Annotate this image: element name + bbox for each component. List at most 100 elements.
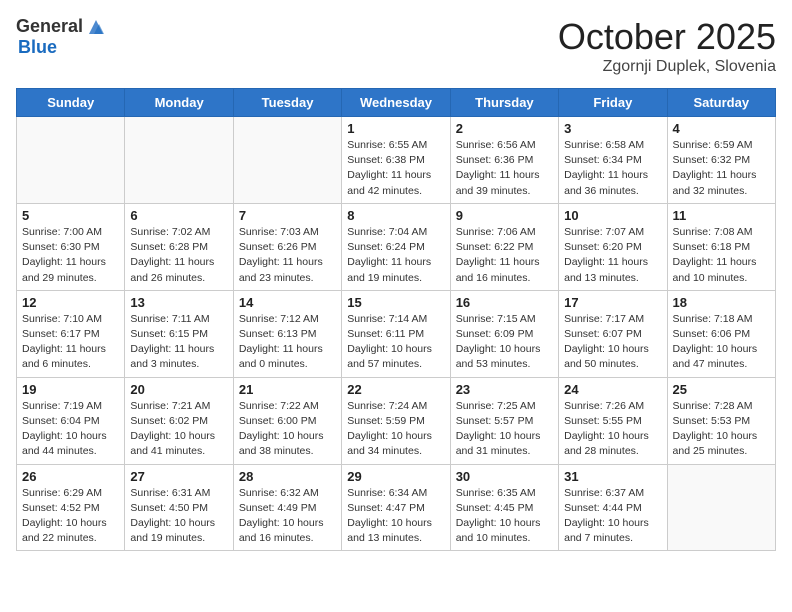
calendar-table: SundayMondayTuesdayWednesdayThursdayFrid…: [16, 88, 776, 551]
day-info: Sunrise: 7:00 AM Sunset: 6:30 PM Dayligh…: [22, 225, 119, 286]
day-info: Sunrise: 7:14 AM Sunset: 6:11 PM Dayligh…: [347, 312, 444, 373]
month-title: October 2025: [558, 16, 776, 58]
day-info: Sunrise: 7:12 AM Sunset: 6:13 PM Dayligh…: [239, 312, 336, 373]
calendar-week-row: 1 Sunrise: 6:55 AM Sunset: 6:38 PM Daylig…: [17, 117, 776, 204]
day-info: Sunrise: 6:55 AM Sunset: 6:38 PM Dayligh…: [347, 138, 444, 199]
day-info: Sunrise: 7:06 AM Sunset: 6:22 PM Dayligh…: [456, 225, 553, 286]
logo-blue: Blue: [18, 38, 57, 58]
day-number: 17: [564, 295, 661, 310]
day-number: 26: [22, 469, 119, 484]
day-info: Sunrise: 7:26 AM Sunset: 5:55 PM Dayligh…: [564, 399, 661, 460]
day-info: Sunrise: 7:28 AM Sunset: 5:53 PM Dayligh…: [673, 399, 770, 460]
location-title: Zgornji Duplek, Slovenia: [558, 58, 776, 76]
day-info: Sunrise: 6:32 AM Sunset: 4:49 PM Dayligh…: [239, 486, 336, 547]
calendar-day-cell: 5 Sunrise: 7:00 AM Sunset: 6:30 PM Daylig…: [17, 203, 125, 290]
calendar-day-cell: 8Sunrise: 7:04 AM Sunset: 6:24 PM Daylig…: [342, 203, 450, 290]
day-number: 5: [22, 208, 119, 223]
calendar-day-cell: 12Sunrise: 7:10 AM Sunset: 6:17 PM Dayli…: [17, 290, 125, 377]
calendar-day-cell: [17, 117, 125, 204]
calendar-day-cell: 6Sunrise: 7:02 AM Sunset: 6:28 PM Daylig…: [125, 203, 233, 290]
title-block: October 2025 Zgornji Duplek, Slovenia: [558, 16, 776, 76]
calendar-day-cell: [233, 117, 341, 204]
weekday-header-monday: Monday: [125, 89, 233, 117]
day-info: Sunrise: 7:10 AM Sunset: 6:17 PM Dayligh…: [22, 312, 119, 373]
day-info: Sunrise: 7:25 AM Sunset: 5:57 PM Dayligh…: [456, 399, 553, 460]
calendar-day-cell: 15 Sunrise: 7:14 AM Sunset: 6:11 PM Dayli…: [342, 290, 450, 377]
day-number: 28: [239, 469, 336, 484]
day-info: Sunrise: 7:11 AM Sunset: 6:15 PM Dayligh…: [130, 312, 227, 373]
weekday-header-tuesday: Tuesday: [233, 89, 341, 117]
day-info: Sunrise: 7:08 AM Sunset: 6:18 PM Dayligh…: [673, 225, 770, 286]
day-info: Sunrise: 6:37 AM Sunset: 4:44 PM Dayligh…: [564, 486, 661, 547]
day-number: 19: [22, 382, 119, 397]
day-number: 31: [564, 469, 661, 484]
day-number: 30: [456, 469, 553, 484]
calendar-day-cell: 22 Sunrise: 7:24 AM Sunset: 5:59 PM Dayli…: [342, 377, 450, 464]
calendar-day-cell: [667, 464, 775, 551]
day-info: Sunrise: 6:58 AM Sunset: 6:34 PM Dayligh…: [564, 138, 661, 199]
calendar-day-cell: 20 Sunrise: 7:21 AM Sunset: 6:02 PM Dayli…: [125, 377, 233, 464]
calendar-day-cell: 19 Sunrise: 7:19 AM Sunset: 6:04 PM Dayli…: [17, 377, 125, 464]
calendar-day-cell: 4 Sunrise: 6:59 AM Sunset: 6:32 PM Daylig…: [667, 117, 775, 204]
weekday-header-saturday: Saturday: [667, 89, 775, 117]
calendar-day-cell: 23 Sunrise: 7:25 AM Sunset: 5:57 PM Dayli…: [450, 377, 558, 464]
day-info: Sunrise: 6:59 AM Sunset: 6:32 PM Dayligh…: [673, 138, 770, 199]
calendar-day-cell: 14 Sunrise: 7:12 AM Sunset: 6:13 PM Dayli…: [233, 290, 341, 377]
calendar-day-cell: [125, 117, 233, 204]
day-info: Sunrise: 7:24 AM Sunset: 5:59 PM Dayligh…: [347, 399, 444, 460]
day-info: Sunrise: 7:18 AM Sunset: 6:06 PM Dayligh…: [673, 312, 770, 373]
calendar-day-cell: 29Sunrise: 6:34 AM Sunset: 4:47 PM Dayli…: [342, 464, 450, 551]
day-number: 21: [239, 382, 336, 397]
day-info: Sunrise: 7:07 AM Sunset: 6:20 PM Dayligh…: [564, 225, 661, 286]
day-info: Sunrise: 7:22 AM Sunset: 6:00 PM Dayligh…: [239, 399, 336, 460]
day-number: 22: [347, 382, 444, 397]
day-number: 20: [130, 382, 227, 397]
calendar-day-cell: 17 Sunrise: 7:17 AM Sunset: 6:07 PM Dayli…: [559, 290, 667, 377]
weekday-header-friday: Friday: [559, 89, 667, 117]
calendar-day-cell: 1 Sunrise: 6:55 AM Sunset: 6:38 PM Daylig…: [342, 117, 450, 204]
day-number: 1: [347, 121, 444, 136]
day-info: Sunrise: 7:17 AM Sunset: 6:07 PM Dayligh…: [564, 312, 661, 373]
day-info: Sunrise: 7:21 AM Sunset: 6:02 PM Dayligh…: [130, 399, 227, 460]
weekday-header-wednesday: Wednesday: [342, 89, 450, 117]
day-info: Sunrise: 7:19 AM Sunset: 6:04 PM Dayligh…: [22, 399, 119, 460]
calendar-day-cell: 3 Sunrise: 6:58 AM Sunset: 6:34 PM Daylig…: [559, 117, 667, 204]
calendar-day-cell: 9 Sunrise: 7:06 AM Sunset: 6:22 PM Daylig…: [450, 203, 558, 290]
calendar-day-cell: 10Sunrise: 7:07 AM Sunset: 6:20 PM Dayli…: [559, 203, 667, 290]
day-info: Sunrise: 7:03 AM Sunset: 6:26 PM Dayligh…: [239, 225, 336, 286]
calendar-day-cell: 24 Sunrise: 7:26 AM Sunset: 5:55 PM Dayli…: [559, 377, 667, 464]
page-header: General Blue October 2025 Zgornji Duplek…: [16, 16, 776, 76]
day-info: Sunrise: 7:02 AM Sunset: 6:28 PM Dayligh…: [130, 225, 227, 286]
day-info: Sunrise: 6:29 AM Sunset: 4:52 PM Dayligh…: [22, 486, 119, 547]
calendar-day-cell: 7Sunrise: 7:03 AM Sunset: 6:26 PM Daylig…: [233, 203, 341, 290]
calendar-day-cell: 11 Sunrise: 7:08 AM Sunset: 6:18 PM Dayli…: [667, 203, 775, 290]
calendar-day-cell: 31 Sunrise: 6:37 AM Sunset: 4:44 PM Dayli…: [559, 464, 667, 551]
day-number: 14: [239, 295, 336, 310]
weekday-header-row: SundayMondayTuesdayWednesdayThursdayFrid…: [17, 89, 776, 117]
weekday-header-thursday: Thursday: [450, 89, 558, 117]
day-info: Sunrise: 6:35 AM Sunset: 4:45 PM Dayligh…: [456, 486, 553, 547]
calendar-day-cell: 26 Sunrise: 6:29 AM Sunset: 4:52 PM Dayli…: [17, 464, 125, 551]
calendar-week-row: 26 Sunrise: 6:29 AM Sunset: 4:52 PM Dayli…: [17, 464, 776, 551]
calendar-day-cell: 16Sunrise: 7:15 AM Sunset: 6:09 PM Dayli…: [450, 290, 558, 377]
day-number: 9: [456, 208, 553, 223]
day-info: Sunrise: 6:34 AM Sunset: 4:47 PM Dayligh…: [347, 486, 444, 547]
day-number: 15: [347, 295, 444, 310]
calendar-day-cell: 28 Sunrise: 6:32 AM Sunset: 4:49 PM Dayli…: [233, 464, 341, 551]
day-number: 24: [564, 382, 661, 397]
logo-icon: [85, 16, 107, 38]
day-number: 23: [456, 382, 553, 397]
day-number: 25: [673, 382, 770, 397]
logo-general: General: [16, 17, 83, 37]
day-number: 8: [347, 208, 444, 223]
calendar-day-cell: 27Sunrise: 6:31 AM Sunset: 4:50 PM Dayli…: [125, 464, 233, 551]
calendar-day-cell: 13Sunrise: 7:11 AM Sunset: 6:15 PM Dayli…: [125, 290, 233, 377]
day-number: 2: [456, 121, 553, 136]
day-number: 3: [564, 121, 661, 136]
calendar-day-cell: 18Sunrise: 7:18 AM Sunset: 6:06 PM Dayli…: [667, 290, 775, 377]
day-info: Sunrise: 6:56 AM Sunset: 6:36 PM Dayligh…: [456, 138, 553, 199]
weekday-header-sunday: Sunday: [17, 89, 125, 117]
day-number: 4: [673, 121, 770, 136]
day-number: 11: [673, 208, 770, 223]
calendar-day-cell: 21 Sunrise: 7:22 AM Sunset: 6:00 PM Dayli…: [233, 377, 341, 464]
